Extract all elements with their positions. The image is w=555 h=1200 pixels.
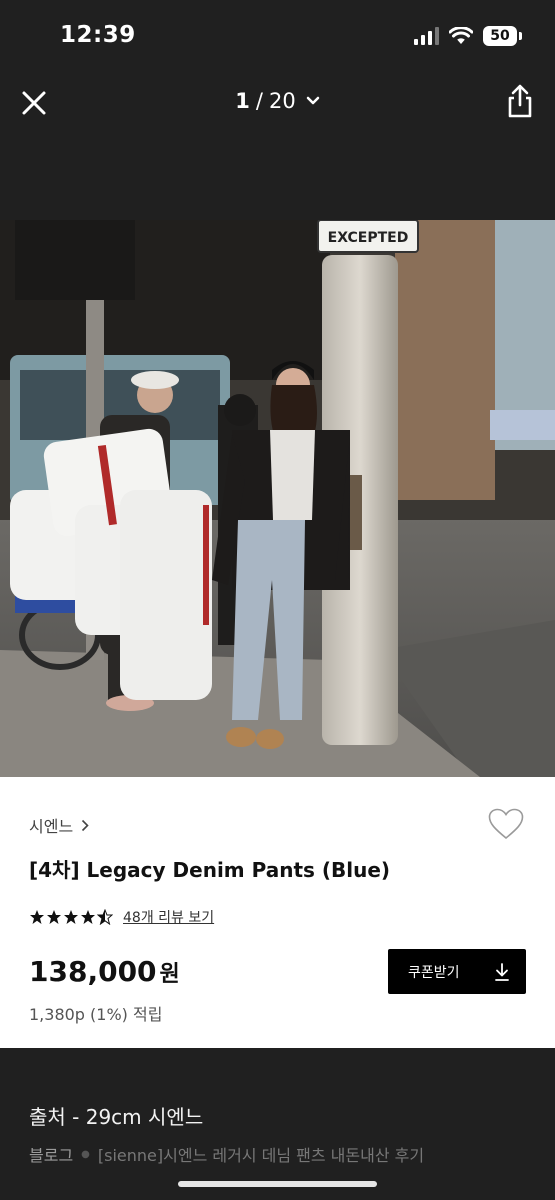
heart-icon[interactable] [487, 807, 525, 841]
total-pages: 20 [268, 89, 296, 113]
cellular-signal-icon [414, 27, 439, 45]
brand-link[interactable]: 시엔느 [29, 813, 89, 837]
status-bar: 12:39 50 [0, 0, 555, 75]
blog-post-title: [sienne]시엔느 레거시 데님 팬츠 내돈내산 후기 [97, 1146, 425, 1165]
blog-label: 블로그 [29, 1146, 74, 1165]
star-icon [30, 910, 44, 924]
page-indicator: 1 / 20 [0, 89, 555, 113]
rating-stars [29, 909, 113, 925]
brand-name: 시엔느 [29, 817, 74, 836]
status-time: 12:39 [60, 22, 136, 48]
viewer-top-bar: 1 / 20 [0, 75, 555, 135]
wifi-icon [449, 27, 473, 44]
price-row: 138,000 원 [29, 955, 180, 988]
rating-row: 48개 리뷰 보기 [29, 907, 214, 927]
chevron-right-icon [82, 819, 89, 831]
reviews-link[interactable]: 48개 리뷰 보기 [123, 907, 214, 927]
product-photo[interactable]: EXCEPTED [0, 220, 555, 777]
price: 138,000 [29, 955, 157, 988]
separator-dot: ● [81, 1148, 90, 1160]
star-icon [47, 910, 61, 924]
street-scene-image: EXCEPTED [0, 220, 555, 777]
product-card: 시엔느 [4차] Legacy Denim Pants (Blue) 48개 리… [0, 777, 555, 1048]
star-icon [81, 910, 95, 924]
star-half-icon [97, 909, 113, 925]
coupon-label: 쿠폰받기 [408, 964, 460, 981]
home-indicator[interactable] [178, 1181, 377, 1187]
download-icon [495, 962, 509, 981]
battery-icon: 50 [483, 26, 522, 46]
reward-points: 1,380p (1%) 적립 [29, 1005, 163, 1024]
currency: 원 [159, 962, 180, 987]
product-title: [4차] Legacy Denim Pants (Blue) [29, 858, 391, 882]
source-link-row[interactable]: 블로그 ● [sienne]시엔느 레거시 데님 팬츠 내돈내산 후기 [29, 1142, 424, 1166]
share-icon[interactable] [505, 83, 535, 119]
page-separator: / [255, 89, 263, 113]
sign-text: EXCEPTED [328, 230, 409, 246]
chevron-down-icon [306, 96, 319, 105]
status-icons: 50 [414, 26, 522, 46]
star-icon [64, 910, 78, 924]
current-page: 1 [235, 89, 250, 113]
source-caption: 출처 - 29cm 시엔느 [29, 1105, 204, 1129]
page-selector[interactable]: 1 / 20 [235, 89, 319, 113]
coupon-button[interactable]: 쿠폰받기 [388, 949, 526, 994]
